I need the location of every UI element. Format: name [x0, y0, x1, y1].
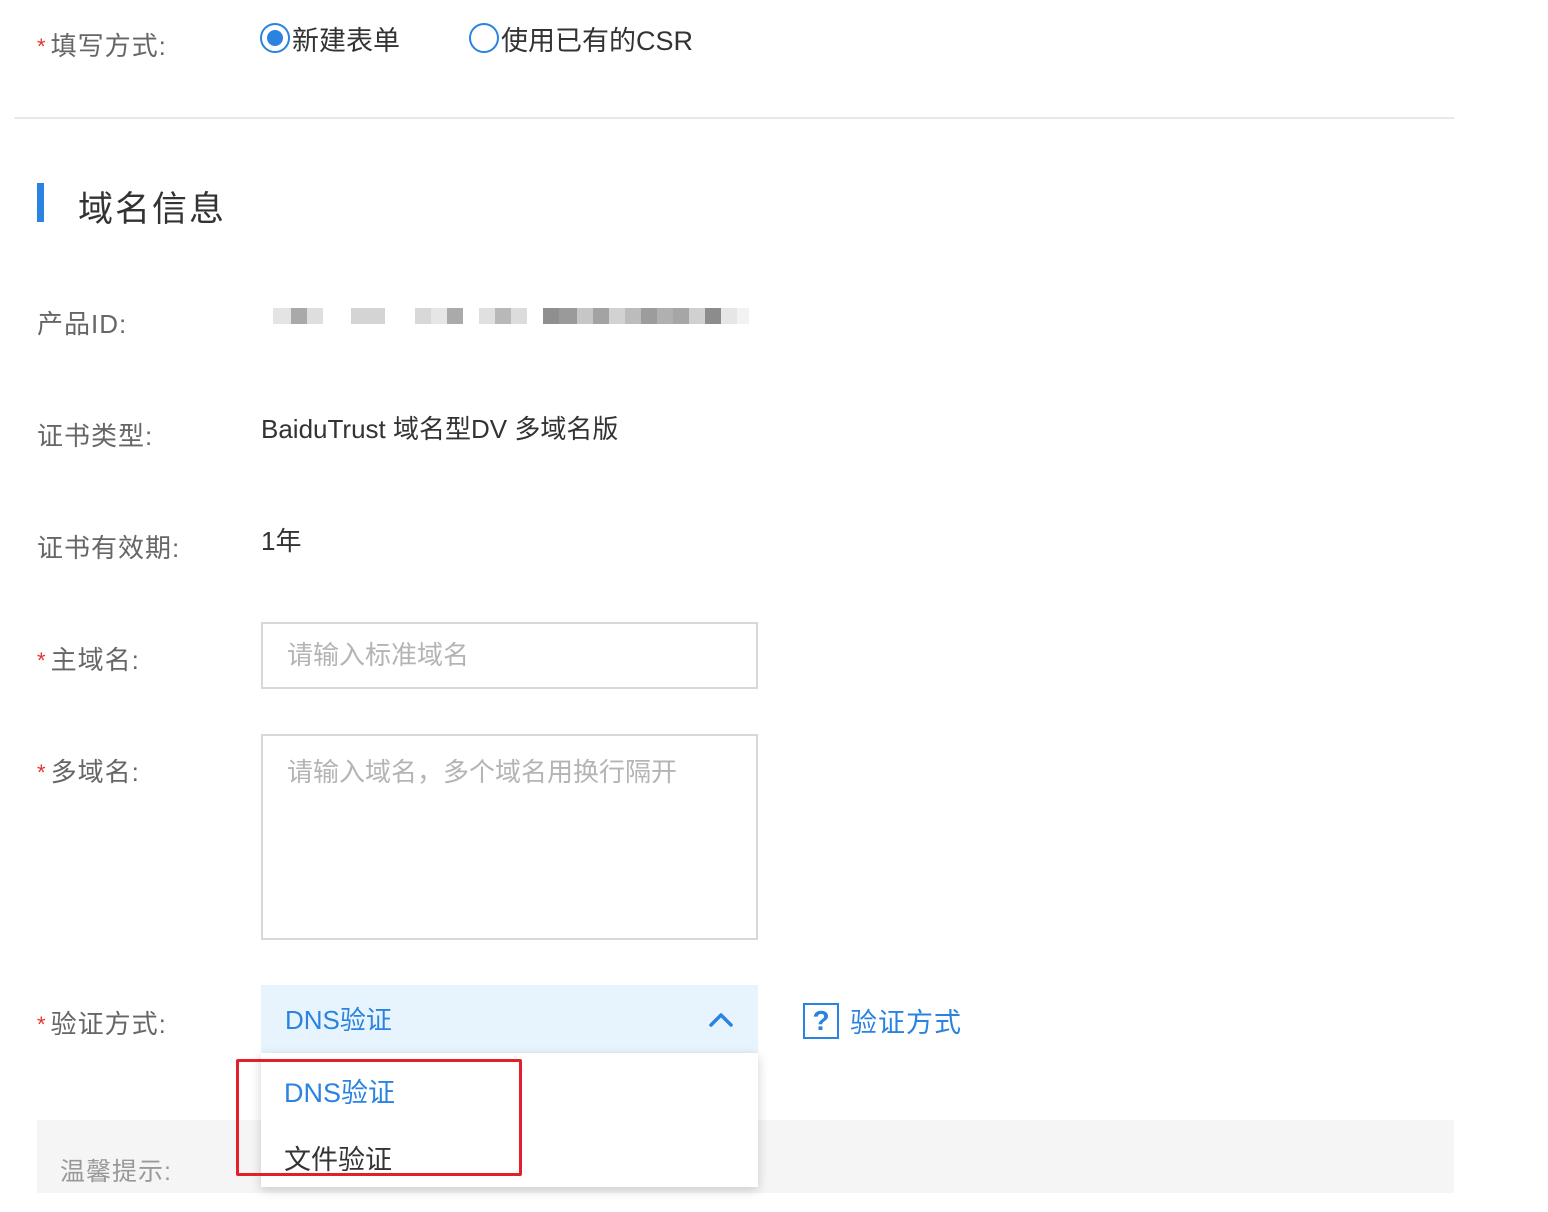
- radio-existing-csr-label: 使用已有的CSR: [501, 25, 694, 56]
- verify-method-select[interactable]: DNS验证: [261, 985, 758, 1053]
- chevron-up-icon[interactable]: [708, 1007, 734, 1033]
- product-id-label: 产品ID:: [37, 309, 128, 339]
- validity-value: 1年: [261, 526, 302, 556]
- radio-checked-icon[interactable]: [260, 23, 290, 53]
- multi-domain-textarea[interactable]: 请输入域名，多个域名用换行隔开: [261, 734, 758, 940]
- required-mark: *: [37, 648, 47, 673]
- product-id-value-redacted: [273, 307, 829, 325]
- option-file-verify[interactable]: 文件验证: [284, 1138, 392, 1177]
- radio-new-form[interactable]: 新建表单: [260, 20, 400, 56]
- option-dns-verify[interactable]: DNS验证: [284, 1071, 395, 1110]
- main-domain-input[interactable]: 请输入标准域名: [261, 622, 758, 689]
- divider: [14, 117, 1454, 119]
- radio-unchecked-icon[interactable]: [469, 23, 499, 53]
- verify-method-label: * 验证方式:: [37, 1009, 167, 1039]
- required-mark: *: [37, 1012, 47, 1037]
- required-mark: *: [37, 760, 47, 785]
- section-accent-bar: [37, 183, 44, 222]
- fill-method-label: * 填写方式:: [37, 31, 167, 61]
- radio-existing-csr[interactable]: 使用已有的CSR: [469, 20, 693, 56]
- verify-method-dropdown: DNS验证 文件验证: [261, 1053, 758, 1187]
- verify-method-help-text[interactable]: 验证方式: [850, 1001, 962, 1040]
- multi-domain-label: * 多域名:: [37, 757, 140, 787]
- verify-method-help-link[interactable]: ? 验证方式: [803, 1001, 962, 1040]
- verify-method-selected: DNS验证: [285, 1005, 392, 1035]
- radio-new-form-label: 新建表单: [292, 25, 400, 56]
- question-icon[interactable]: ?: [803, 1002, 839, 1039]
- cert-type-label: 证书类型:: [37, 421, 154, 451]
- main-domain-label: * 主域名:: [37, 645, 140, 675]
- cert-type-value: BaiduTrust 域名型DV 多域名版: [261, 414, 619, 444]
- section-title: 域名信息: [78, 190, 227, 229]
- required-mark: *: [37, 34, 47, 59]
- tip-label: 温馨提示:: [60, 1158, 172, 1186]
- validity-label: 证书有效期:: [37, 533, 181, 563]
